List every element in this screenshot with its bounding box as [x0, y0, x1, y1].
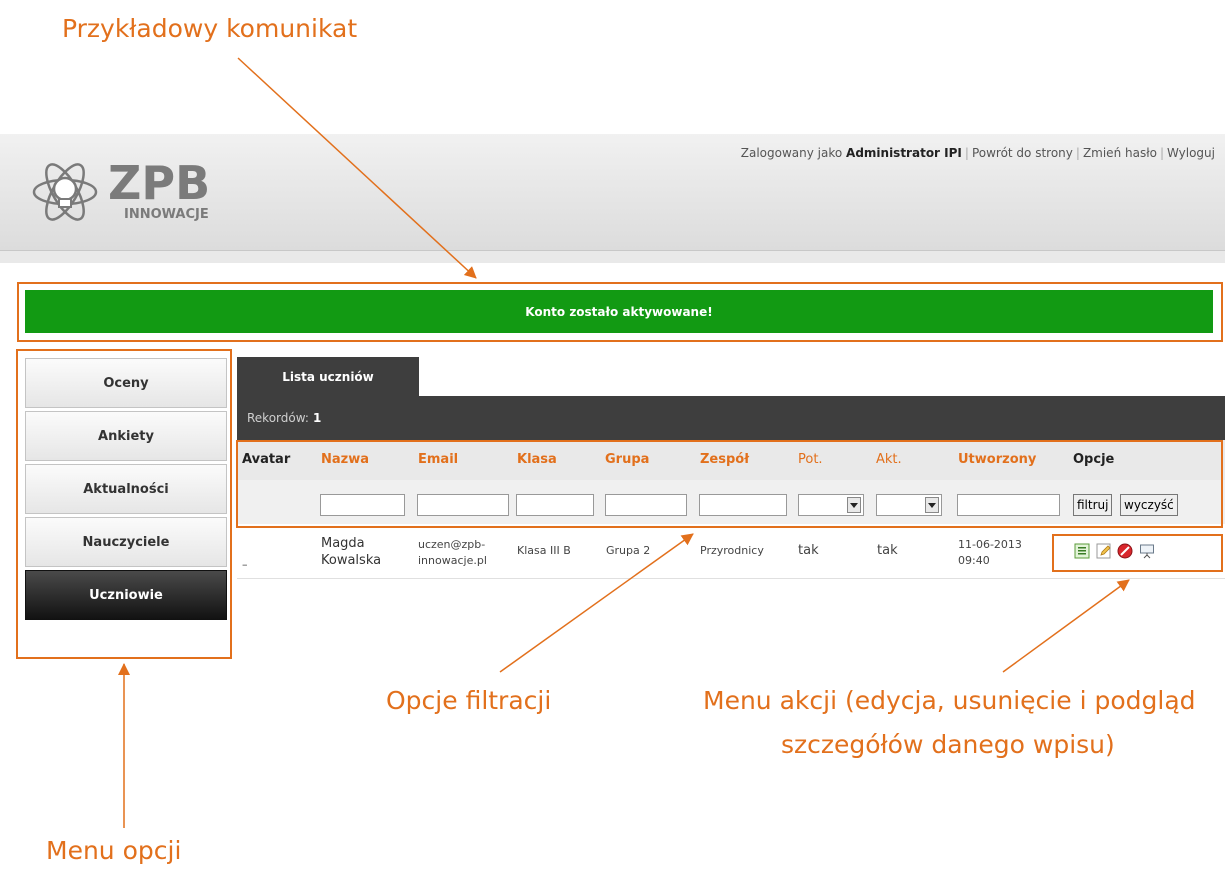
arrow-actions	[1002, 579, 1130, 673]
arrow-filters	[499, 533, 694, 673]
callout-arrows	[118, 57, 1130, 828]
arrow-message	[237, 57, 477, 279]
